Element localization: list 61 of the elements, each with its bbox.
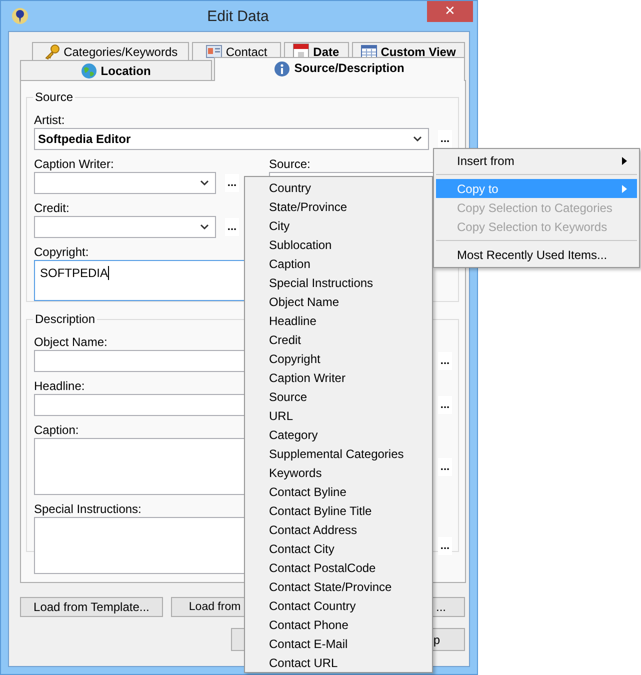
chevron-icon bbox=[413, 136, 422, 142]
credit-combo[interactable] bbox=[34, 216, 216, 238]
chevron-icon bbox=[200, 180, 209, 186]
field-label: Credit: bbox=[34, 201, 70, 215]
more-button[interactable]: ... bbox=[438, 536, 452, 554]
list-item[interactable]: Contact Byline Title bbox=[245, 502, 432, 521]
field-label: Artist: bbox=[34, 113, 65, 127]
more-button[interactable]: ... bbox=[438, 458, 452, 476]
info-icon bbox=[274, 61, 290, 77]
list-item[interactable]: Credit bbox=[245, 331, 432, 350]
contact-card-icon bbox=[206, 45, 222, 58]
list-item[interactable]: City bbox=[245, 217, 432, 236]
tab[interactable]: Location bbox=[20, 60, 212, 80]
field-label: Object Name: bbox=[34, 335, 108, 349]
field-label: Headline: bbox=[34, 379, 85, 393]
more-button[interactable]: ... bbox=[225, 218, 239, 236]
field-label: Source: bbox=[269, 157, 310, 171]
list-item[interactable]: Copyright bbox=[245, 350, 432, 369]
group-title: Description bbox=[34, 312, 96, 326]
more-button[interactable]: ... bbox=[438, 130, 452, 148]
close-button[interactable]: ✕ bbox=[427, 1, 473, 22]
field-label: Copyright: bbox=[34, 245, 89, 259]
list-item[interactable]: Headline bbox=[245, 312, 432, 331]
tab[interactable]: Source/Description bbox=[214, 57, 465, 81]
list-item[interactable]: Category bbox=[245, 426, 432, 445]
list-item[interactable]: Contact Byline bbox=[245, 483, 432, 502]
tab[interactable]: Categories/Keywords bbox=[32, 42, 190, 60]
group-title: Source bbox=[34, 90, 74, 104]
more-button[interactable]: ... bbox=[225, 174, 239, 192]
list-item[interactable]: State/Province bbox=[245, 198, 432, 217]
more-button[interactable]: ... bbox=[438, 352, 452, 370]
field-label: Special Instructions: bbox=[34, 502, 142, 516]
list-item[interactable]: Contact Address bbox=[245, 521, 432, 540]
globe-icon bbox=[80, 62, 97, 78]
list-item[interactable]: Country bbox=[245, 179, 432, 198]
list-item[interactable]: Contact State/Province bbox=[245, 578, 432, 597]
field-label: Caption: bbox=[34, 423, 79, 437]
caption-writer-combo[interactable] bbox=[34, 172, 216, 194]
chevron-icon bbox=[200, 224, 209, 230]
artist-combo[interactable]: Softpedia Editor bbox=[34, 128, 429, 150]
list-item[interactable]: Sublocation bbox=[245, 236, 432, 255]
menu-item[interactable]: Insert from bbox=[436, 151, 637, 170]
menu-item[interactable]: Most Recently Used Items... bbox=[436, 245, 637, 264]
window-title: Edit Data bbox=[206, 8, 270, 24]
dialog-button[interactable]: Load from Template... bbox=[20, 597, 163, 617]
list-item[interactable]: URL bbox=[245, 407, 432, 426]
list-item[interactable]: Contact PostalCode bbox=[245, 559, 432, 578]
list-item[interactable]: Contact URL bbox=[245, 654, 432, 673]
field-label: Caption Writer: bbox=[34, 157, 114, 171]
list-item[interactable]: Contact E-Mail bbox=[245, 635, 432, 654]
pin-icon bbox=[11, 7, 29, 25]
table-icon bbox=[360, 44, 377, 58]
list-item[interactable]: Source bbox=[245, 388, 432, 407]
list-item[interactable]: Special Instructions bbox=[245, 274, 432, 293]
key-icon bbox=[44, 44, 60, 60]
more-button[interactable]: ... bbox=[438, 396, 452, 414]
list-item[interactable]: Contact City bbox=[245, 540, 432, 559]
list-item[interactable]: Caption Writer bbox=[245, 369, 432, 388]
list-item[interactable]: Contact Phone bbox=[245, 616, 432, 635]
list-item[interactable]: Keywords bbox=[245, 464, 432, 483]
list-item[interactable]: Supplemental Categories bbox=[245, 445, 432, 464]
